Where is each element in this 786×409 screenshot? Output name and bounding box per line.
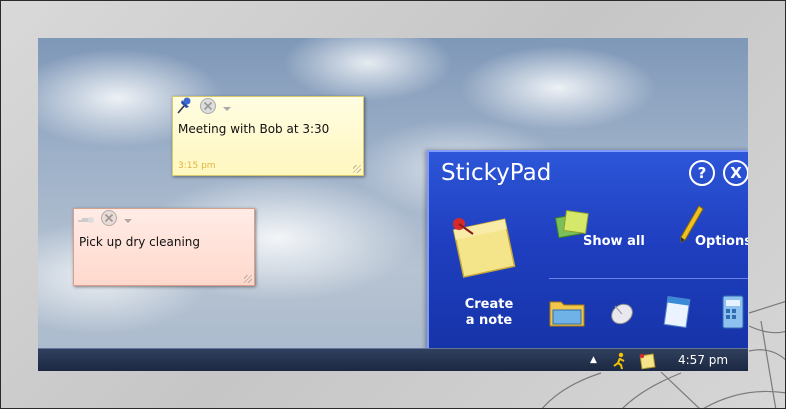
unpinned-pin-icon[interactable] [76,209,96,231]
running-man-tray-icon[interactable] [612,352,628,371]
help-button[interactable]: ? [689,160,715,186]
stickypad-tray-icon[interactable] [638,352,656,371]
options-label: Options [695,234,748,249]
desktop: Meeting with Bob at 3:30 3:15 pm Pick up… [38,38,748,371]
panel-divider [549,278,748,279]
note-menu-chevron-icon[interactable] [221,99,233,118]
show-all-button[interactable]: Show all [551,208,647,264]
options-button[interactable]: Options [665,204,748,264]
new-note-icon [452,218,516,278]
create-note-label-line2: a note [465,313,513,328]
create-note-label-line1: Create [464,297,514,312]
panel-title: StickyPad [441,160,552,186]
sticky-note-yellow[interactable]: Meeting with Bob at 3:30 3:15 pm [172,96,364,176]
notepad-icon[interactable] [657,292,697,336]
resize-grip-icon[interactable] [353,165,361,173]
close-note-icon[interactable] [199,97,217,119]
note-menu-chevron-icon[interactable] [122,211,134,230]
sticky-note-pink[interactable]: Pick up dry cleaning [73,208,255,286]
close-note-icon[interactable] [100,209,118,231]
show-hidden-icons-arrow[interactable]: ▲ [590,355,597,365]
quick-launch-row [547,292,748,338]
folder-icon[interactable] [547,292,587,336]
show-all-label: Show all [583,234,645,249]
close-button[interactable]: X [723,160,748,186]
note-text[interactable]: Pick up dry cleaning [79,235,200,249]
note-toolbar [76,209,138,231]
note-text[interactable]: Meeting with Bob at 3:30 [178,122,329,136]
resize-grip-icon[interactable] [244,275,252,283]
note-toolbar [175,97,237,119]
pin-icon[interactable] [175,97,195,119]
mouse-icon[interactable] [602,292,642,336]
taskbar: ▲ 4:57 pm [38,348,748,371]
calculator-icon[interactable] [713,292,748,336]
create-note-button[interactable]: Create a note [439,212,539,340]
taskbar-clock[interactable]: 4:57 pm [678,353,728,367]
stickypad-panel: StickyPad ? X Create a note Show all Opt… [427,150,748,350]
note-timestamp: 3:15 pm [178,161,216,171]
